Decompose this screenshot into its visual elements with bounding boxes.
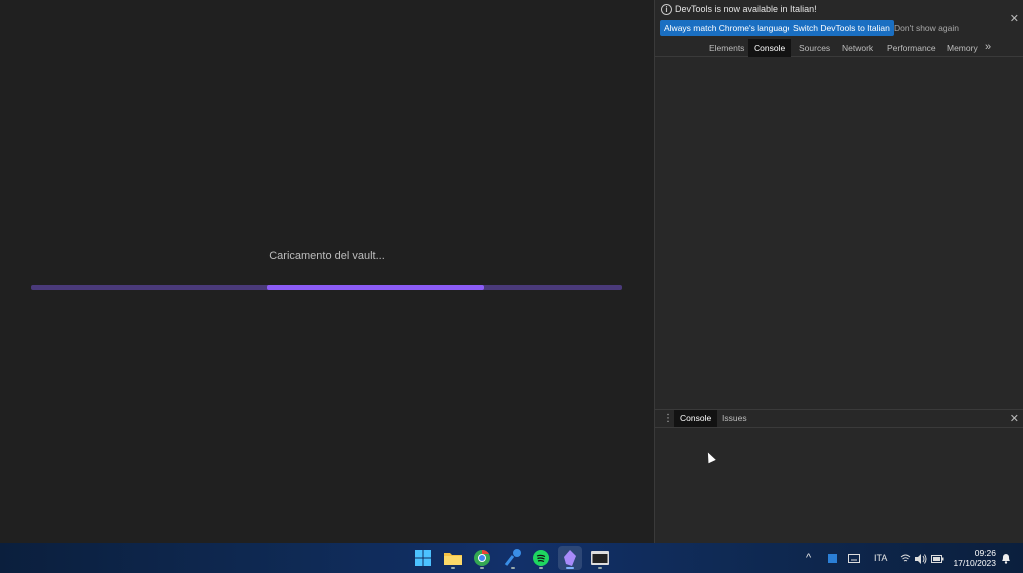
obsidian-app-window: Caricamento del vault... <box>0 0 654 543</box>
tab-sources[interactable]: Sources <box>793 39 836 57</box>
clock-time: 09:26 <box>974 548 996 558</box>
tab-performance[interactable]: Performance <box>881 39 942 57</box>
input-language-indicator[interactable]: ITA <box>874 543 887 573</box>
console-output[interactable] <box>655 57 1023 409</box>
always-match-language-button[interactable]: Always match Chrome's language <box>660 20 797 36</box>
tray-overflow-chevron-icon[interactable]: ^ <box>806 543 811 573</box>
drawer-console-body[interactable] <box>655 428 1023 543</box>
switch-to-italian-button[interactable]: Switch DevTools to Italian <box>789 20 894 36</box>
progress-bar-fill <box>267 285 484 290</box>
devtools-tab-bar: Elements Console Sources Network Perform… <box>655 39 1023 57</box>
info-icon: i <box>661 4 672 15</box>
loading-text: Caricamento del vault... <box>269 250 385 262</box>
chrome-icon[interactable] <box>470 546 494 570</box>
tab-elements[interactable]: Elements <box>703 39 750 57</box>
devtools-language-infobar: i DevTools is now available in Italian! … <box>655 0 1023 39</box>
battery-icon[interactable] <box>931 543 944 573</box>
notification-bell-icon[interactable] <box>1001 543 1011 573</box>
more-tabs-icon[interactable]: » <box>985 39 991 57</box>
keyboard-icon[interactable] <box>848 543 860 573</box>
taskbar-clock[interactable]: 09:26 17/10/2023 <box>950 548 996 568</box>
volume-icon[interactable] <box>915 543 927 573</box>
infobar-close-icon[interactable]: ✕ <box>1010 12 1019 25</box>
clock-date: 17/10/2023 <box>953 558 996 568</box>
progress-bar <box>31 285 622 290</box>
spotify-icon[interactable] <box>529 546 553 570</box>
terminal-icon[interactable] <box>588 546 612 570</box>
windows-taskbar: ^ ITA 09:26 17/10/2023 <box>0 543 1023 573</box>
tab-console[interactable]: Console <box>748 39 792 57</box>
tab-memory[interactable]: Memory <box>941 39 984 57</box>
windows-start-icon[interactable] <box>411 546 435 570</box>
drawer-menu-icon[interactable]: ⋮ <box>663 411 673 427</box>
drawer-tab-bar: ⋮ Console Issues ✕ <box>655 409 1023 428</box>
dont-show-again-button[interactable]: Don't show again <box>890 20 963 36</box>
steam-icon[interactable] <box>501 546 525 570</box>
file-explorer-icon[interactable] <box>441 546 465 570</box>
defender-icon[interactable] <box>827 543 838 573</box>
wifi-icon[interactable] <box>900 543 911 573</box>
drawer-close-icon[interactable]: ✕ <box>1010 411 1019 427</box>
tab-network[interactable]: Network <box>836 39 879 57</box>
drawer-tab-console[interactable]: Console <box>674 410 718 427</box>
infobar-message: DevTools is now available in Italian! <box>675 4 817 14</box>
obsidian-icon[interactable] <box>558 546 582 570</box>
drawer-tab-issues[interactable]: Issues <box>716 410 753 427</box>
